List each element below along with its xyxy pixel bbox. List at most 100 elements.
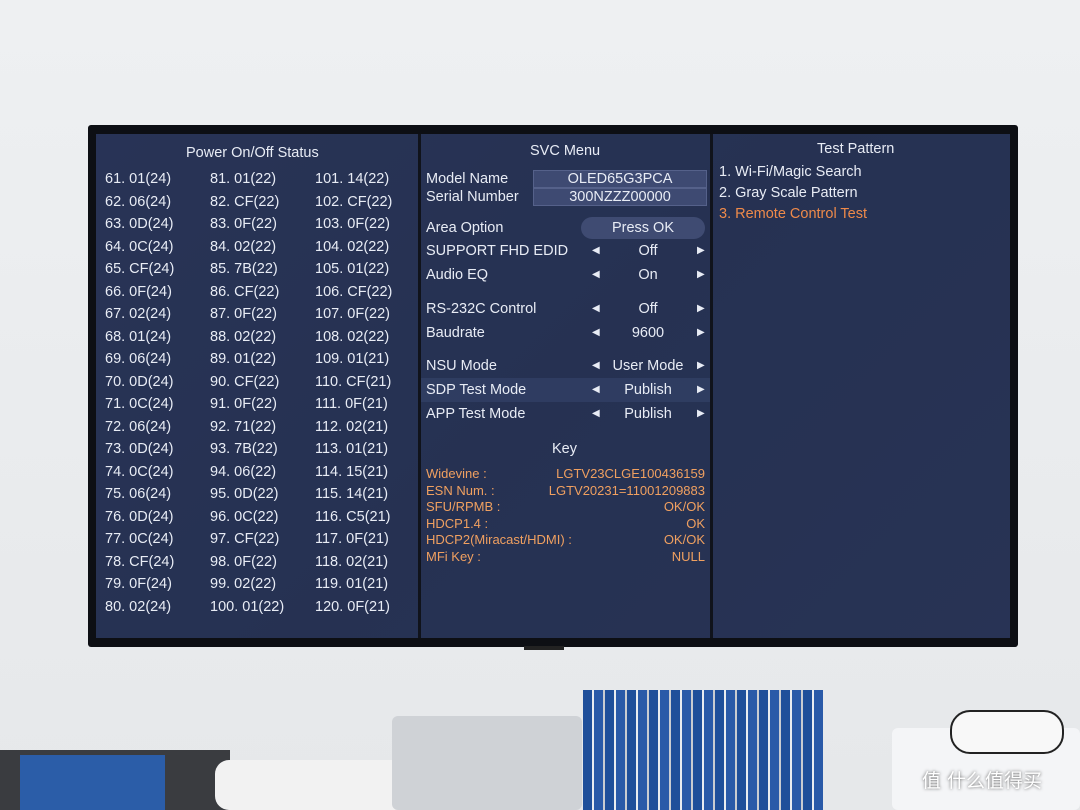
key-value: NULL — [671, 549, 705, 564]
power-status-entry: 95. 0D(22) — [210, 486, 279, 502]
power-status-title: Power On/Off Status — [186, 145, 319, 161]
power-status-entry: 69. 06(24) — [105, 351, 172, 367]
area-option-button-label[interactable]: Press OK — [581, 219, 705, 237]
power-status-entry: 94. 06(22) — [210, 463, 277, 480]
power-status-entry: 101. 14(22) — [315, 171, 390, 187]
power-status-entry: 120. 0F(21) — [315, 598, 390, 615]
key-label: HDCP1.4 : — [426, 515, 489, 531]
power-status-entry: 85. 7B(22) — [210, 261, 278, 277]
power-status-entry: 65. CF(24) — [105, 261, 175, 277]
key-value: OK/OK — [663, 499, 705, 515]
arrow-left-icon[interactable]: ◀ — [592, 242, 600, 260]
arrow-right-icon[interactable]: ▶ — [697, 242, 705, 260]
setting-label: SUPPORT FHD EDID — [426, 243, 569, 259]
arrow-left-icon[interactable]: ◀ — [592, 266, 600, 284]
power-status-entry: 97. CF(22) — [210, 531, 280, 547]
power-status-entry: 79. 0F(24) — [105, 576, 172, 592]
power-status-entry: 114. 15(21) — [315, 463, 389, 480]
watermark-logo: 值 什么值得买 — [922, 770, 1043, 792]
power-status-entry: 81. 01(22) — [210, 171, 277, 187]
test-pattern-item[interactable]: 2. Gray Scale Pattern — [719, 184, 858, 202]
handheld-controller — [215, 760, 415, 810]
power-status-entry: 110. CF(21) — [315, 373, 392, 390]
arrow-right-icon[interactable]: ▶ — [697, 405, 705, 423]
gamepad — [950, 710, 1064, 754]
setting-label: Baudrate — [426, 325, 485, 341]
area-option-label: Area Option — [426, 220, 504, 236]
power-status-entry: 102. CF(22) — [315, 193, 393, 210]
setting-value[interactable]: Off — [600, 300, 696, 318]
power-status-entry: 67. 02(24) — [105, 306, 172, 322]
power-status-entry: 109. 01(21) — [315, 351, 390, 367]
serial-number-label: Serial Number — [426, 189, 519, 205]
power-status-entry: 108. 02(22) — [315, 328, 390, 345]
setting-label: RS-232C Control — [426, 301, 537, 317]
power-status-entry: 107. 0F(22) — [315, 306, 390, 322]
power-status-entry: 63. 0D(24) — [105, 216, 174, 232]
power-status-entry: 92. 71(22) — [210, 418, 277, 435]
power-status-entry: 82. CF(22) — [210, 193, 280, 210]
power-status-entry: 76. 0D(24) — [105, 508, 174, 525]
power-status-entry: 72. 06(24) — [105, 418, 172, 435]
power-status-entry: 103. 0F(22) — [315, 216, 390, 232]
power-status-entry: 116. C5(21) — [315, 508, 391, 525]
power-status-entry: 62. 06(24) — [105, 193, 172, 210]
tv-stand — [524, 646, 564, 650]
test-pattern-item[interactable]: 1. Wi-Fi/Magic Search — [719, 163, 862, 181]
setting-value[interactable]: Off — [600, 242, 696, 260]
power-status-entry: 93. 7B(22) — [210, 441, 278, 457]
key-label: Widevine : — [426, 466, 487, 481]
power-status-entry: 83. 0F(22) — [210, 216, 277, 232]
key-title: Key — [552, 441, 577, 457]
power-status-entry: 68. 01(24) — [105, 328, 172, 345]
divider — [710, 134, 713, 638]
setting-value[interactable]: Publish — [600, 381, 696, 399]
power-status-entry: 98. 0F(22) — [210, 553, 277, 570]
arrow-left-icon[interactable]: ◀ — [592, 300, 600, 318]
power-status-entry: 118. 02(21) — [315, 553, 389, 570]
power-status-entry: 90. CF(22) — [210, 373, 280, 390]
test-pattern-item[interactable]: 3. Remote Control Test — [719, 205, 867, 223]
arrow-right-icon[interactable]: ▶ — [697, 300, 705, 318]
power-status-entry: 77. 0C(24) — [105, 531, 174, 547]
power-status-entry: 115. 14(21) — [315, 486, 389, 502]
power-status-entry: 80. 02(24) — [105, 598, 172, 615]
arrow-right-icon[interactable]: ▶ — [697, 324, 705, 342]
power-status-entry: 96. 0C(22) — [210, 508, 279, 525]
handheld-console — [392, 716, 582, 810]
setting-label: NSU Mode — [426, 358, 497, 374]
game-case — [20, 755, 165, 810]
power-status-entry: 61. 01(24) — [105, 171, 172, 187]
setting-value[interactable]: On — [600, 266, 696, 284]
key-value: LGTV20231=11001209883 — [548, 482, 705, 498]
power-status-entry: 111. 0F(21) — [315, 396, 388, 412]
arrow-left-icon[interactable]: ◀ — [592, 324, 600, 342]
arrow-right-icon[interactable]: ▶ — [697, 357, 705, 375]
setting-value[interactable]: 9600 — [600, 324, 696, 342]
arrow-left-icon[interactable]: ◀ — [592, 357, 600, 375]
setting-value[interactable]: User Mode — [600, 357, 696, 375]
arrow-right-icon[interactable]: ▶ — [697, 266, 705, 284]
power-status-entry: 117. 0F(21) — [315, 531, 389, 547]
power-status-entry: 89. 01(22) — [210, 351, 277, 367]
power-status-entry: 100. 01(22) — [210, 598, 285, 615]
key-label: SFU/RPMB : — [426, 499, 501, 515]
power-status-entry: 64. 0C(24) — [105, 238, 174, 255]
power-status-entry: 70. 0D(24) — [105, 373, 174, 390]
arrow-left-icon[interactable]: ◀ — [592, 405, 600, 423]
power-status-entry: 71. 0C(24) — [105, 396, 174, 412]
svc-menu-title: SVC Menu — [530, 143, 601, 159]
setting-label: Audio EQ — [426, 267, 489, 283]
arrow-right-icon[interactable]: ▶ — [697, 381, 705, 399]
key-value: LGTV23CLGE100436159 — [556, 466, 705, 481]
model-name-label: Model Name — [426, 171, 509, 187]
setting-value[interactable]: Publish — [600, 405, 696, 423]
power-status-entry: 74. 0C(24) — [105, 463, 174, 480]
key-value: OK/OK — [663, 532, 705, 548]
arrow-left-icon[interactable]: ◀ — [592, 381, 600, 399]
power-status-entry: 91. 0F(22) — [210, 396, 277, 412]
power-status-entry: 104. 02(22) — [315, 238, 390, 255]
power-status-entry: 84. 02(22) — [210, 238, 277, 255]
game-cases — [583, 690, 823, 810]
model-name-value: OLED65G3PCA — [567, 171, 673, 187]
